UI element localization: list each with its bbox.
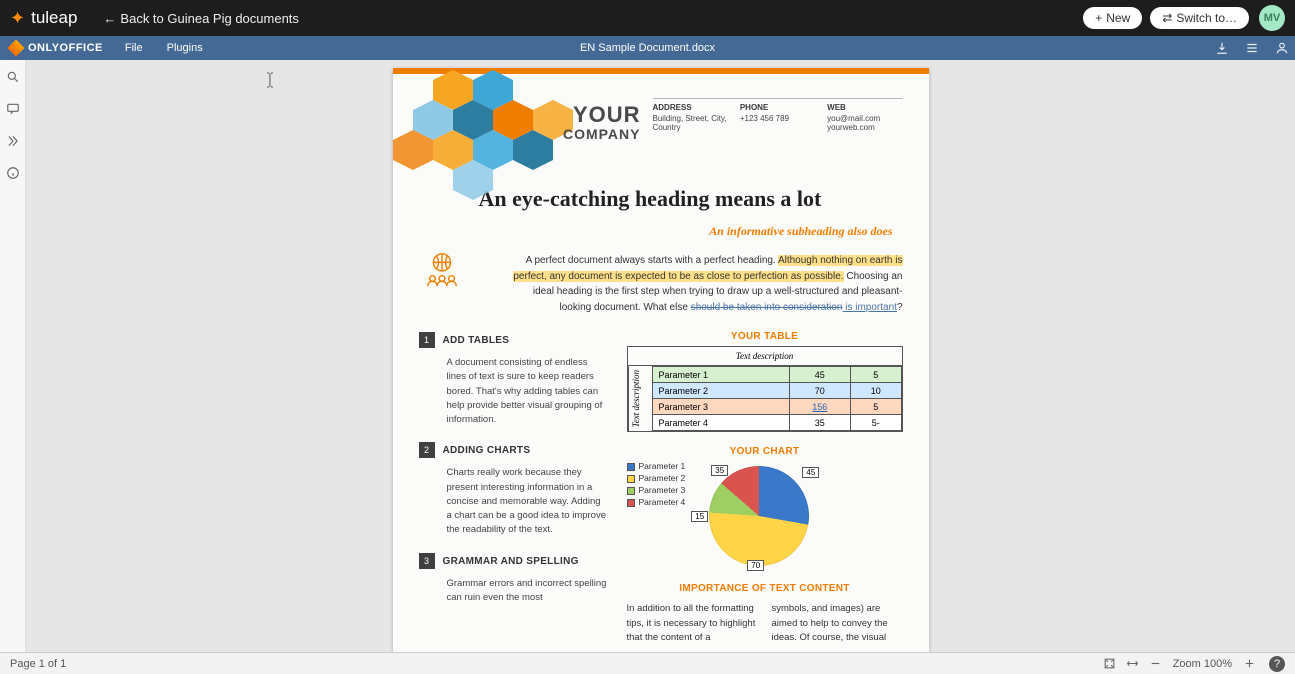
document-subheading: An informative subheading also does <box>419 224 893 239</box>
user-avatar[interactable]: MV <box>1259 5 1285 31</box>
menu-plugins[interactable]: Plugins <box>155 42 215 54</box>
left-rail <box>0 60 26 652</box>
app-name: ONLYOFFICE <box>28 42 103 54</box>
arrow-left-icon: ← <box>103 11 116 26</box>
document-intro: A perfect document always starts with a … <box>419 253 903 315</box>
app-logo: ONLYOFFICE <box>0 42 113 54</box>
zoom-label: Zoom 100% <box>1173 658 1232 670</box>
plus-icon: + <box>1095 11 1102 25</box>
chart-legend: Parameter 1 Parameter 2 Parameter 3 Para… <box>627 461 686 509</box>
status-bar: Page 1 of 1 Zoom 100% ? <box>0 652 1295 674</box>
new-button[interactable]: + New <box>1083 7 1142 29</box>
globe-people-icon <box>423 250 461 288</box>
tip-3: 3GRAMMAR AND SPELLING Grammar errors and… <box>419 552 607 606</box>
menu-file[interactable]: File <box>113 42 155 54</box>
importance-title: IMPORTANCE OF TEXT CONTENT <box>627 583 903 594</box>
brand-name: tuleap <box>31 8 77 28</box>
help-button[interactable]: ? <box>1269 656 1285 672</box>
shuffle-icon: ⇄ <box>1162 11 1172 25</box>
tips-column: 1ADD TABLES A document consisting of end… <box>419 331 607 645</box>
document-page: YOUR COMPANY ADDRESS Building, Street, C… <box>393 68 929 652</box>
contact-columns: ADDRESS Building, Street, City, Country … <box>653 98 903 132</box>
chart-section: YOUR CHART Parameter 1 Parameter 2 Param… <box>627 446 903 571</box>
table-row: Parameter 31565 <box>652 399 901 415</box>
user-icon[interactable] <box>1275 41 1289 55</box>
table-row: Parameter 4355- <box>652 415 901 431</box>
table-section-title: YOUR TABLE <box>627 331 903 342</box>
info-icon[interactable] <box>6 166 20 180</box>
back-link[interactable]: ← Back to Guinea Pig documents <box>103 11 299 26</box>
onlyoffice-appbar: ONLYOFFICE File Plugins EN Sample Docume… <box>0 36 1295 60</box>
legend-swatch <box>627 487 635 495</box>
page-info: Page 1 of 1 <box>10 658 66 670</box>
zoom-out-icon[interactable] <box>1149 657 1162 670</box>
brand: ✦ tuleap <box>10 8 77 29</box>
search-icon[interactable] <box>6 70 20 84</box>
document-viewport[interactable]: YOUR COMPANY ADDRESS Building, Street, C… <box>26 60 1295 652</box>
legend-swatch <box>627 499 635 507</box>
tip-2: 2ADDING CHARTS Charts really work becaus… <box>419 441 607 537</box>
comments-icon[interactable] <box>6 102 20 116</box>
flame-icon: ✦ <box>10 8 25 29</box>
back-label: Back to Guinea Pig documents <box>120 11 299 26</box>
navigation-icon[interactable] <box>6 134 20 148</box>
document-title: EN Sample Document.docx <box>580 42 715 54</box>
menu-icon[interactable] <box>1245 41 1259 55</box>
download-icon[interactable] <box>1215 41 1229 55</box>
fit-width-icon[interactable] <box>1126 657 1139 670</box>
legend-swatch <box>627 463 635 471</box>
tuleap-topbar: ✦ tuleap ← Back to Guinea Pig documents … <box>0 0 1295 36</box>
legend-swatch <box>627 475 635 483</box>
pie-chart: 45 70 15 35 <box>695 461 825 571</box>
table-row: Parameter 1455 <box>652 367 901 383</box>
tip-1: 1ADD TABLES A document consisting of end… <box>419 331 607 427</box>
logo-icon <box>8 40 25 57</box>
fit-page-icon[interactable] <box>1103 657 1116 670</box>
table-row: Parameter 27010 <box>652 383 901 399</box>
sample-table: Text description Text description Parame… <box>627 346 903 432</box>
switch-to-button[interactable]: ⇄ Switch to… <box>1150 7 1249 29</box>
zoom-in-icon[interactable] <box>1243 657 1256 670</box>
company-name: YOUR COMPANY <box>563 104 641 142</box>
importance-columns: In addition to all the formatting tips, … <box>627 602 903 645</box>
